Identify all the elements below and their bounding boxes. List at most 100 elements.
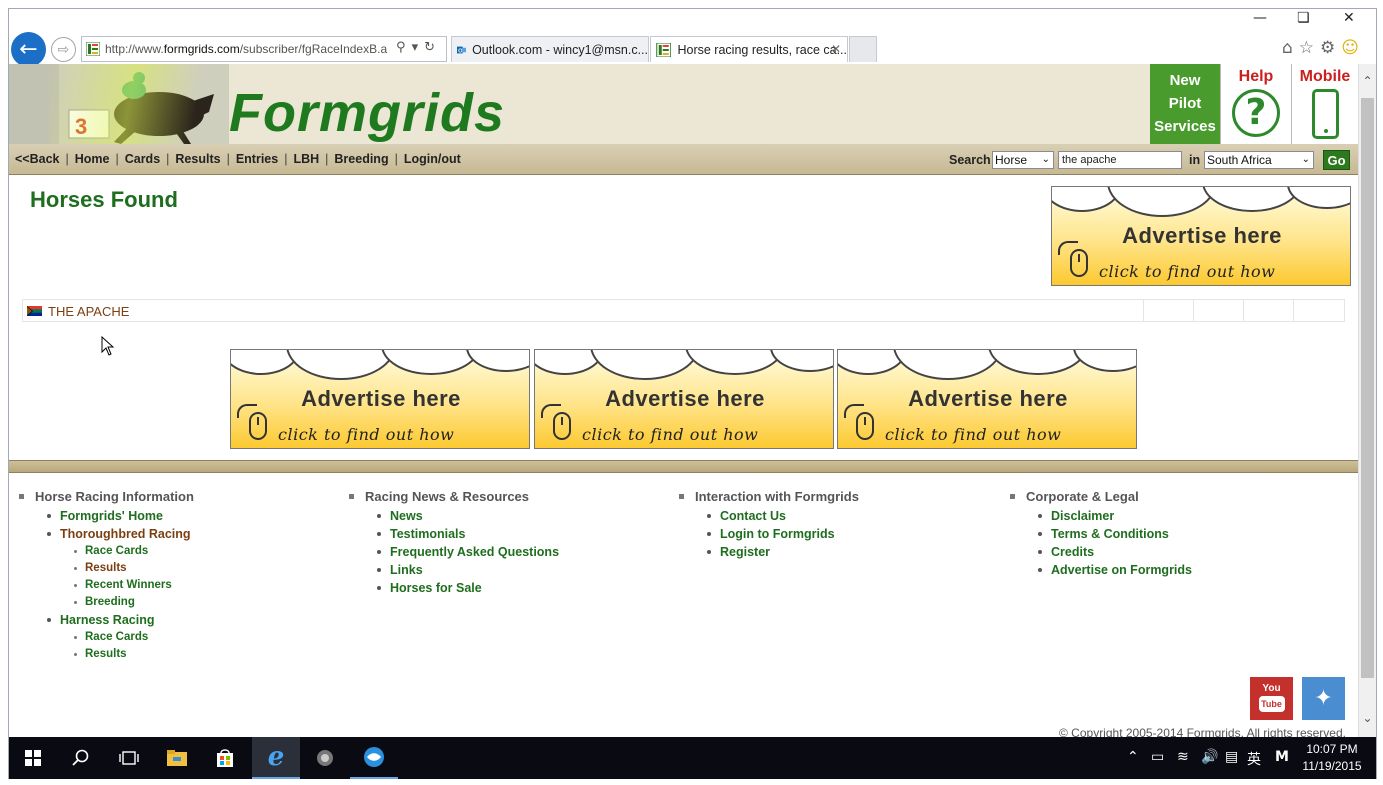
cloud-decoration <box>838 350 1136 380</box>
footer-heading: Horse Racing Information <box>19 489 194 504</box>
mobile-button[interactable]: Mobile <box>1291 64 1358 144</box>
nav-back[interactable]: <<Back <box>15 152 59 166</box>
footer-link[interactable]: Login to Formgrids <box>679 527 859 545</box>
favorites-star-icon[interactable]: ☆ <box>1299 38 1320 58</box>
footer-sublink[interactable]: Recent Winners <box>19 579 194 596</box>
store-icon[interactable] <box>201 737 249 779</box>
tab-outlook[interactable]: O Outlook.com - wincy1@msn.c... <box>451 36 649 62</box>
refresh-icon[interactable]: ↻ <box>424 40 441 55</box>
nav-results[interactable]: Results <box>175 152 220 166</box>
footer-link[interactable]: News <box>349 509 559 527</box>
page-title: Horses Found <box>30 187 178 212</box>
footer-link[interactable]: Formgrids' Home <box>19 509 194 527</box>
restore-button[interactable]: ❏ <box>1297 10 1310 26</box>
footer-link[interactable]: Terms & Conditions <box>1010 527 1192 545</box>
footer-sublink[interactable]: Results <box>19 562 194 579</box>
footer-link[interactable]: Contact Us <box>679 509 859 527</box>
footer-link[interactable]: Advertise on Formgrids <box>1010 563 1192 581</box>
advertise-banner[interactable]: Advertise here click to find out how <box>230 349 530 449</box>
action-center-icon[interactable]: ▤ <box>1225 749 1238 765</box>
footer-sublink[interactable]: Results <box>19 648 194 665</box>
task-view-icon[interactable] <box>105 737 153 779</box>
site-logo[interactable]: Formgrids <box>229 82 505 144</box>
nav-breeding[interactable]: Breeding <box>334 152 388 166</box>
advertise-subline: click to find out how <box>1099 262 1276 281</box>
mouse-icon <box>553 412 571 440</box>
footer-sublink[interactable]: Breeding <box>19 596 194 613</box>
nav-lbh[interactable]: LBH <box>293 152 319 166</box>
country-select[interactable]: South Africa ⌄ <box>1204 151 1314 169</box>
home-icon[interactable]: ⌂ <box>1282 38 1299 58</box>
forward-arrow-icon[interactable]: ⇨ <box>51 37 76 62</box>
screen: — ❏ ✕ ← ⇨ http://www.formgrids.com/subsc… <box>0 0 1383 785</box>
south-africa-flag-icon <box>27 306 42 316</box>
game-app-icon[interactable] <box>301 737 349 779</box>
smiley-feedback-icon[interactable]: ☺ <box>1341 38 1365 58</box>
results-table: THE APACHE <box>22 299 1345 322</box>
footer-link[interactable]: Disclaimer <box>1010 509 1192 527</box>
tab-formgrids[interactable]: Horse racing results, race ca... ✕ <box>650 36 848 62</box>
advertise-banner[interactable]: Advertise here click to find out how <box>837 349 1137 449</box>
go-button[interactable]: Go <box>1323 150 1350 170</box>
footer-sublink[interactable]: Race Cards <box>19 631 194 648</box>
app-fish-icon[interactable] <box>350 737 398 779</box>
table-cell <box>1243 300 1293 321</box>
vertical-scrollbar[interactable]: ⌃ ⌄ <box>1358 64 1376 737</box>
clock-date: 11/19/2015 <box>1302 759 1362 773</box>
dropdown-icon[interactable]: ▾ <box>412 40 425 55</box>
footer-link[interactable]: Register <box>679 545 859 563</box>
footer-link[interactable]: Thoroughbred Racing <box>19 527 194 545</box>
help-button[interactable]: Help ? <box>1220 64 1291 144</box>
search-input[interactable]: the apache <box>1058 151 1182 169</box>
back-arrow-icon[interactable]: ← <box>11 32 46 67</box>
footer-link[interactable]: Testimonials <box>349 527 559 545</box>
new-tab-button[interactable] <box>849 36 877 62</box>
tab-label: Horse racing results, race ca... <box>677 42 847 57</box>
mouse-icon <box>249 412 267 440</box>
mouse-cursor-icon <box>101 336 115 356</box>
footer-link[interactable]: Horses for Sale <box>349 581 559 599</box>
nav-entries[interactable]: Entries <box>236 152 278 166</box>
table-cell <box>1193 300 1243 321</box>
battery-icon[interactable]: ▭ <box>1151 749 1164 765</box>
ime-mode-indicator[interactable]: M <box>1275 749 1289 765</box>
scroll-up-icon[interactable]: ⌃ <box>1359 74 1376 88</box>
footer-link[interactable]: Harness Racing <box>19 613 194 631</box>
taskbar-clock[interactable]: 10:07 PM 11/19/2015 <box>1299 741 1365 775</box>
address-bar[interactable]: http://www.formgrids.com/subscriber/fgRa… <box>81 36 447 62</box>
youtube-icon[interactable]: You Tube <box>1250 677 1293 720</box>
address-actions[interactable]: ⚲▾↻ <box>396 40 441 55</box>
windows-start-icon[interactable] <box>9 737 57 779</box>
settings-gear-icon[interactable]: ⚙ <box>1320 38 1341 58</box>
new-pilot-services-button[interactable]: New Pilot Services <box>1150 64 1220 144</box>
search-type-select[interactable]: Horse ⌄ <box>992 151 1054 169</box>
ime-language-indicator[interactable]: 英 <box>1247 749 1261 769</box>
file-explorer-icon[interactable] <box>153 737 201 779</box>
footer-link[interactable]: Frequently Asked Questions <box>349 545 559 563</box>
nav-home[interactable]: Home <box>75 152 110 166</box>
internet-explorer-icon[interactable]: e <box>252 737 300 779</box>
close-tab-icon[interactable]: ✕ <box>831 42 841 56</box>
search-type-value: Horse <box>995 153 1028 167</box>
scroll-down-icon[interactable]: ⌄ <box>1359 711 1376 725</box>
nav-cards[interactable]: Cards <box>125 152 160 166</box>
footer-sublink[interactable]: Race Cards <box>19 545 194 562</box>
horse-result-link[interactable]: THE APACHE <box>48 304 129 319</box>
copyright-text: © Copyright 2005-2014 Formgrids. All rig… <box>1059 726 1346 737</box>
advertise-banner[interactable]: Advertise here click to find out how <box>1051 186 1351 286</box>
nav-login[interactable]: Login/out <box>404 152 461 166</box>
scroll-thumb[interactable] <box>1361 98 1374 678</box>
footer-link[interactable]: Links <box>349 563 559 581</box>
twitter-bird-icon[interactable]: ✦ <box>1302 677 1345 720</box>
advertise-banner[interactable]: Advertise here click to find out how <box>534 349 834 449</box>
footer-link[interactable]: Credits <box>1010 545 1192 563</box>
minimize-button[interactable]: — <box>1253 10 1267 26</box>
search-icon[interactable] <box>57 737 105 779</box>
cloud-decoration <box>535 350 833 380</box>
search-icon[interactable]: ⚲ <box>396 40 412 55</box>
show-hidden-icons-icon[interactable]: ⌃ <box>1127 749 1139 765</box>
close-window-button[interactable]: ✕ <box>1343 10 1355 26</box>
site-header: 3 Formgrids New Pilot Services Help ? Mo… <box>9 64 1358 144</box>
wifi-icon[interactable]: ≋ <box>1177 749 1189 765</box>
volume-icon[interactable]: 🔊 <box>1201 749 1218 765</box>
